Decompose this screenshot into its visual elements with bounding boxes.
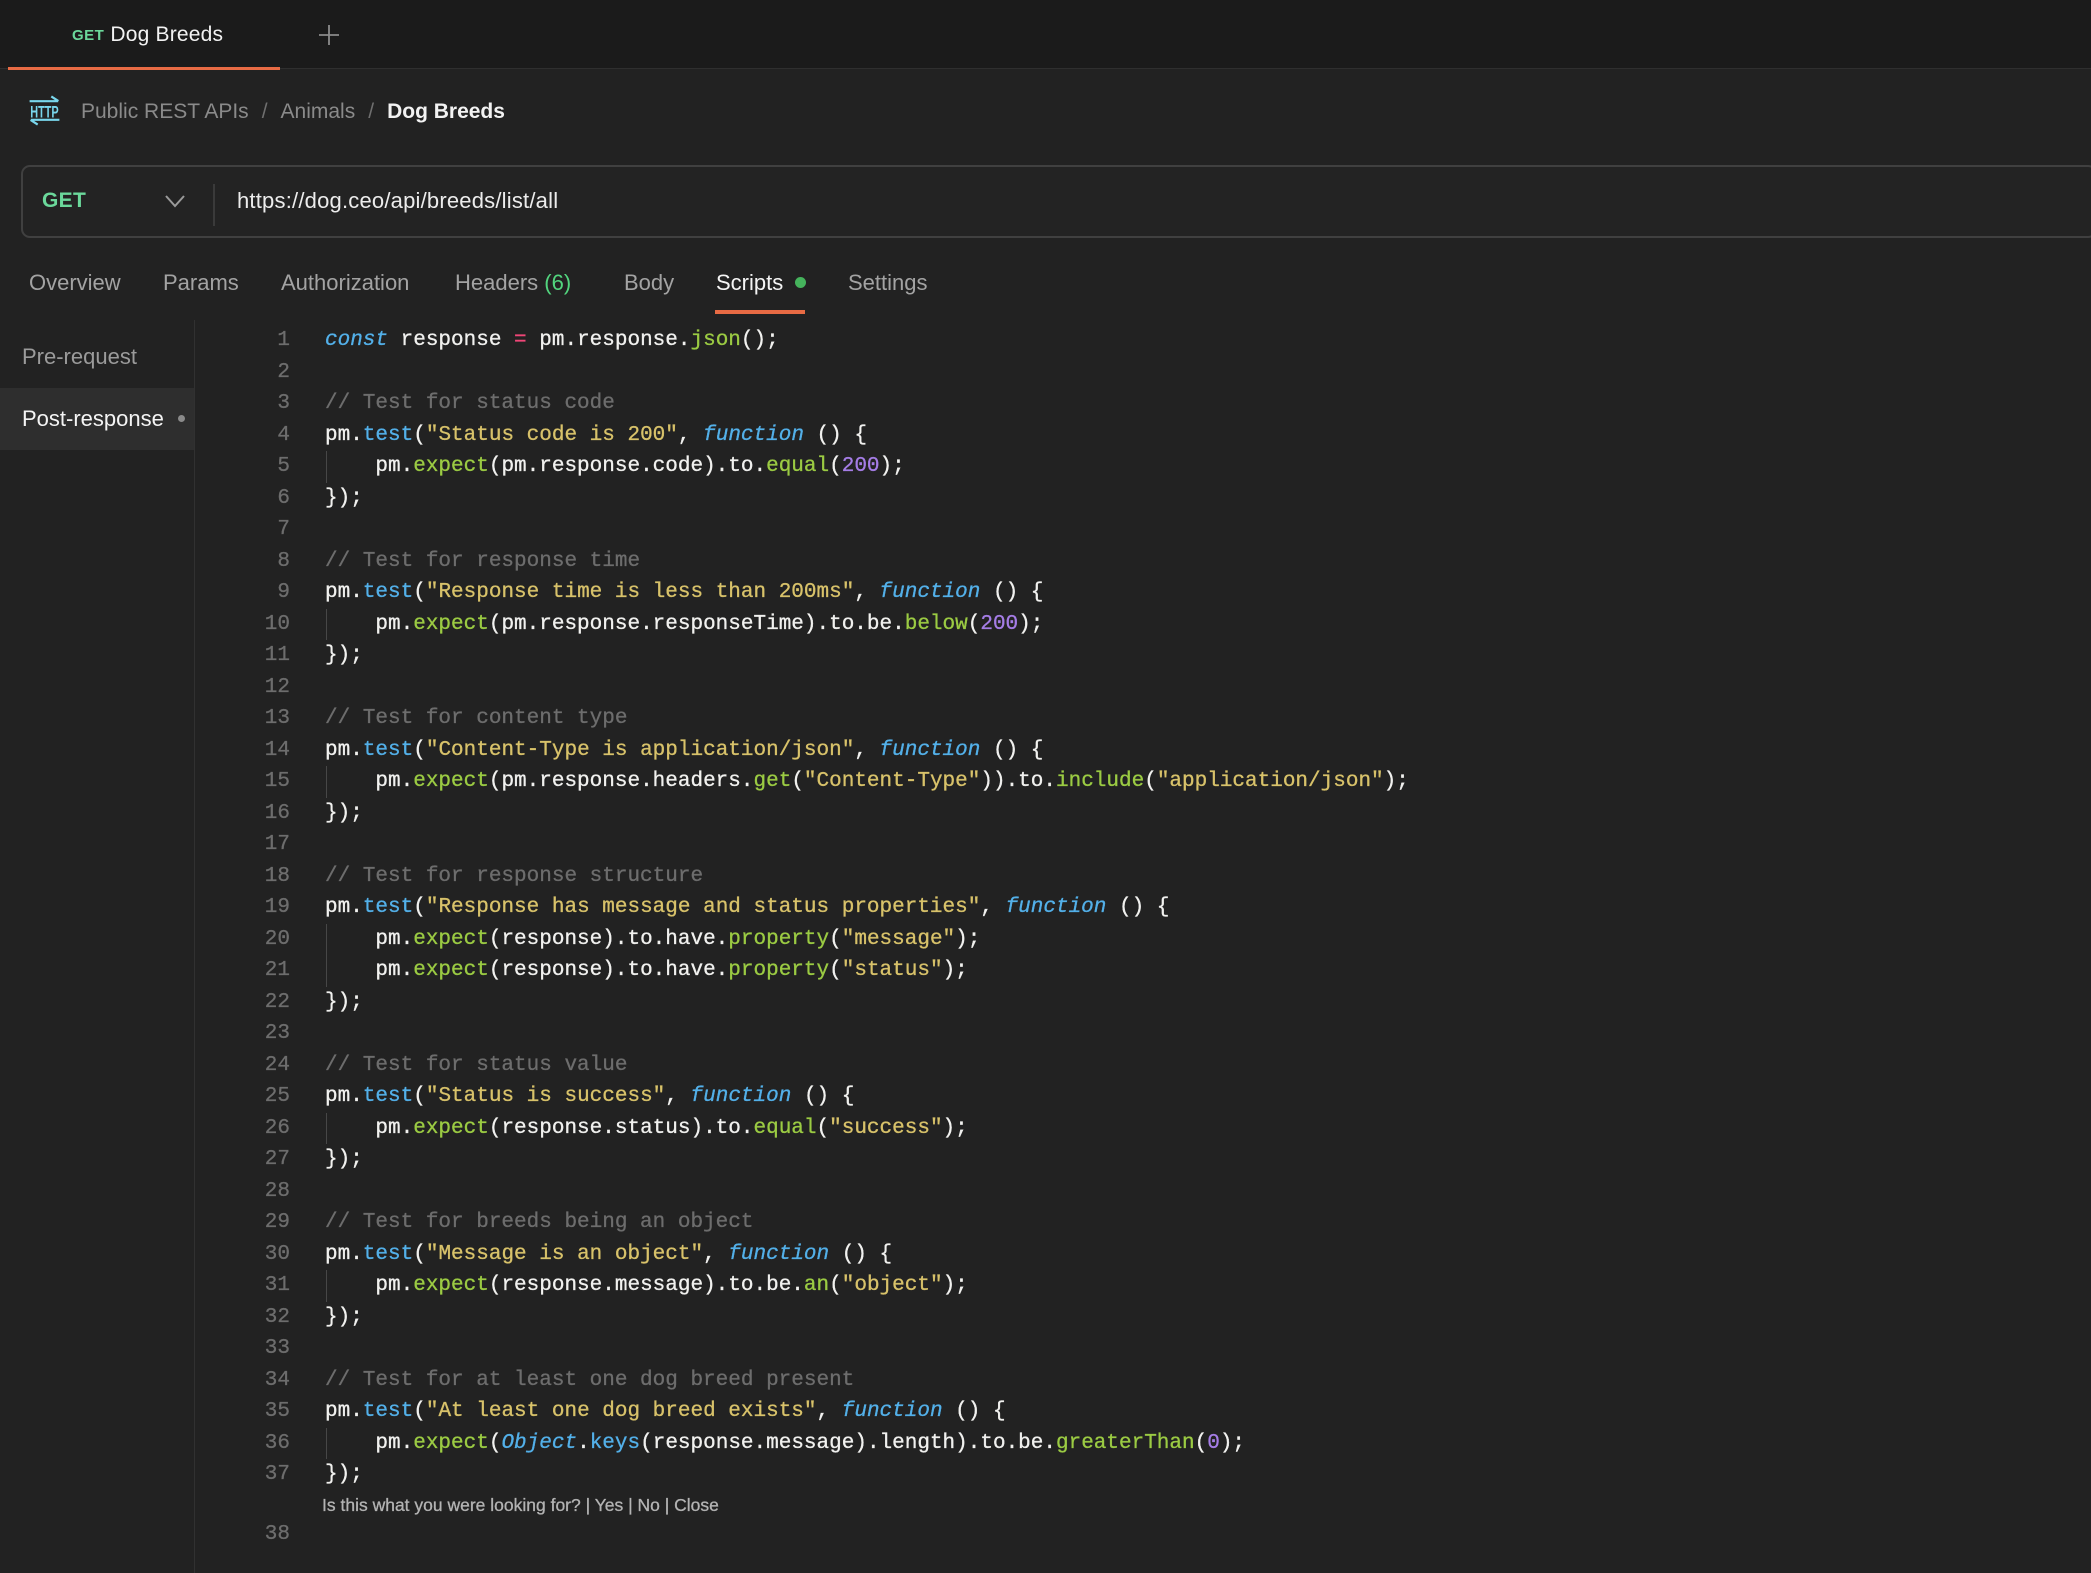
svg-text:HTTP: HTTP [30, 103, 59, 122]
